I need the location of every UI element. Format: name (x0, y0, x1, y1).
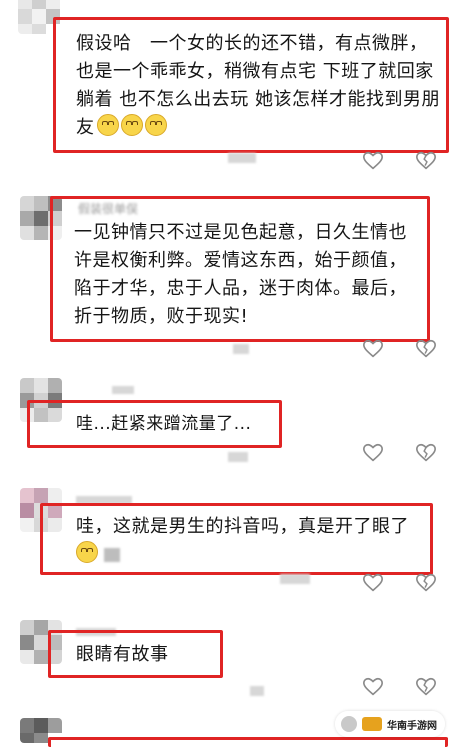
heart-outline-icon[interactable] (362, 150, 384, 172)
watermark-text: 华南手游网 (387, 720, 437, 732)
comment-meta-redacted (228, 153, 256, 163)
logo-icon (341, 716, 357, 732)
comment-meta-redacted (233, 344, 249, 354)
comment-highlight-box (48, 737, 448, 747)
heart-outline-icon[interactable] (362, 338, 384, 360)
comment-meta-redacted (250, 686, 264, 696)
comment-text: 哇...赶紧来蹭流量了... (76, 414, 252, 434)
username-redacted[interactable] (112, 386, 134, 394)
heart-outline-icon[interactable] (362, 442, 384, 464)
comment-text: 假设哈 一个女的长的还不错，有点微胖，也是一个乖乖女，稍微有点宅 下班了就回家躺… (76, 30, 442, 142)
broken-heart-icon[interactable] (415, 338, 437, 360)
grinning-face-emoji-icon (96, 114, 119, 136)
heart-outline-icon[interactable] (362, 572, 384, 594)
comment-meta-redacted (228, 452, 248, 462)
badge-icon (362, 717, 382, 731)
redacted-glyph (104, 548, 120, 562)
comment-text: 一见钟情只不过是见色起意，日久生情也许是权衡利弊。爱情这东西，始于颜值，陷于才华… (74, 222, 407, 327)
comment-body: 哇，这就是男生的抖音吗，真是开了眼了 (76, 516, 409, 537)
broken-heart-icon[interactable] (415, 150, 437, 172)
comment-meta-redacted (280, 574, 310, 584)
comment-text: 哇，这就是男生的抖音吗，真是开了眼了 (76, 513, 428, 569)
broken-heart-icon[interactable] (415, 676, 437, 698)
broken-heart-icon[interactable] (415, 442, 437, 464)
watermark: 华南手游网 (335, 711, 445, 737)
grinning-face-emoji-icon (144, 114, 167, 136)
heart-outline-icon[interactable] (362, 676, 384, 698)
broken-heart-icon[interactable] (415, 572, 437, 594)
grinning-face-emoji-icon (76, 541, 98, 563)
grinning-face-emoji-icon (120, 114, 143, 136)
comment-text: 眼睛有故事 (76, 644, 169, 665)
